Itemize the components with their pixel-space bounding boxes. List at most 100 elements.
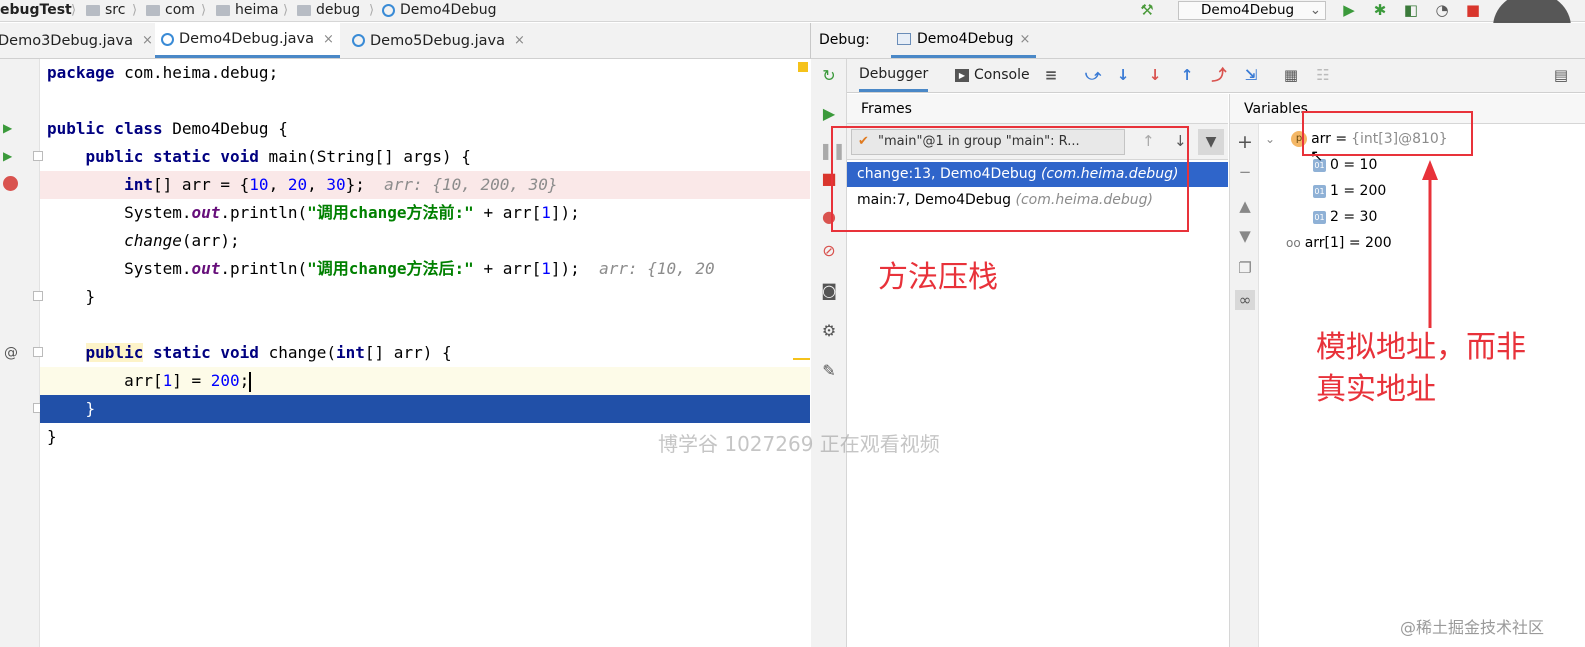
- close-icon[interactable]: ×: [323, 32, 334, 47]
- breadcrumb-heima[interactable]: heima: [216, 2, 279, 18]
- inline-debug-hint: arr: {10, 200, 30}: [384, 175, 558, 194]
- rerun-icon[interactable]: ↻: [819, 66, 839, 86]
- tab-demo5debug[interactable]: Demo5Debug.java ×: [346, 23, 531, 58]
- breadcrumb-src[interactable]: src: [86, 2, 125, 18]
- copy-icon[interactable]: ❐: [1235, 258, 1255, 278]
- inline-debug-hint: arr: {10, 20: [599, 259, 715, 278]
- code-line-current: arr[1] = 200;: [40, 367, 810, 395]
- app-window-icon: [897, 33, 911, 45]
- run-class-icon[interactable]: ▶: [3, 121, 12, 135]
- code-line: public static void change(int[] arr) {: [85, 343, 452, 362]
- remove-icon[interactable]: −: [1235, 162, 1255, 182]
- console-icon: ▶: [955, 69, 969, 82]
- chevron-down-icon[interactable]: ⌄: [1265, 132, 1275, 146]
- close-icon[interactable]: ×: [514, 33, 525, 48]
- editor-tabs: Demo3Debug.java × Demo4Debug.java × Demo5D…: [0, 23, 810, 59]
- breadcrumb-debug[interactable]: debug: [297, 2, 360, 18]
- annotation-address-text-2: 真实地址: [1316, 372, 1436, 407]
- error-stripe-marker[interactable]: [793, 358, 810, 360]
- run-to-cursor-icon[interactable]: ⇲: [1241, 65, 1261, 85]
- trace-icon[interactable]: ☷: [1313, 65, 1333, 85]
- folder-icon: [146, 4, 160, 16]
- camera-icon[interactable]: ◙: [819, 281, 839, 301]
- code-line-execution-point: }: [40, 395, 810, 423]
- variables-toolbar: + − ▲ ▼ ❐ ∞: [1229, 124, 1259, 647]
- folder-icon: [297, 4, 311, 16]
- folder-icon: [86, 4, 100, 16]
- move-up-icon[interactable]: ▲: [1235, 196, 1255, 216]
- layout-icon[interactable]: ▤: [1551, 65, 1571, 85]
- build-hammer-icon[interactable]: ⚒: [1138, 1, 1156, 19]
- tab-demo4debug[interactable]: Demo4Debug.java ×: [155, 23, 340, 58]
- drop-frame-icon[interactable]: ⤴: [1209, 65, 1229, 85]
- force-step-into-icon[interactable]: ↓: [1145, 65, 1165, 85]
- debug-session-tab[interactable]: Demo4Debug ×: [891, 23, 1037, 58]
- breadcrumb-class[interactable]: Demo4Debug: [382, 2, 497, 18]
- run-main-icon[interactable]: ▶: [3, 149, 12, 163]
- breadcrumb-com[interactable]: com: [146, 2, 195, 18]
- video-watermark: 博学谷 1027269 正在观看视频: [658, 432, 940, 456]
- debug-label: Debug:: [819, 32, 870, 48]
- debug-tool-window-title: Debug: Demo4Debug ×: [810, 23, 1585, 59]
- watch-item[interactable]: oo arr[1] = 200: [1286, 235, 1392, 251]
- class-icon: [352, 34, 365, 47]
- code-line: System.out.println("调用change方法前:" + arr[…: [47, 203, 580, 222]
- code-line: public class Demo4Debug {: [47, 119, 288, 138]
- step-over-icon[interactable]: ↓: [1113, 65, 1133, 85]
- run-icon[interactable]: ▶: [1340, 1, 1358, 19]
- chevron-down-icon: ⌄: [1309, 2, 1321, 18]
- breadcrumb-project[interactable]: ebugTest: [0, 2, 72, 18]
- add-watch-icon[interactable]: +: [1235, 132, 1255, 152]
- code-editor[interactable]: package com.heima.debug; public class De…: [40, 59, 810, 647]
- coverage-icon[interactable]: ◧: [1402, 1, 1420, 19]
- debug-bug-icon[interactable]: ✱: [1371, 1, 1389, 19]
- variable-item[interactable]: 01 1 = 200: [1313, 183, 1386, 199]
- override-at-icon: @: [4, 345, 18, 361]
- watch-glasses-icon: oo: [1286, 236, 1301, 250]
- code-line: public static void main(String[] args) {: [85, 147, 471, 166]
- code-line-breakpoint: int[] arr = {10, 20, 30}; arr: {10, 200,…: [40, 171, 810, 199]
- annotation-frames-box: [831, 126, 1189, 232]
- glasses-icon[interactable]: ∞: [1235, 290, 1255, 310]
- annotation-arrow: [1422, 160, 1438, 328]
- show-execution-point-icon[interactable]: ⤻: [1083, 65, 1103, 85]
- warning-marker[interactable]: [798, 62, 808, 72]
- menu-lines-icon[interactable]: ≡: [1041, 65, 1061, 85]
- breadcrumb: ebugTest ⟩ src ⟩ com ⟩ heima ⟩ debug ⟩ D…: [0, 0, 1585, 22]
- frames-header: Frames: [847, 94, 1228, 124]
- settings-gear-icon[interactable]: ⚙: [819, 321, 839, 341]
- folder-icon: [216, 4, 230, 16]
- profile-icon[interactable]: ◔: [1433, 1, 1451, 19]
- annotation-stack-text: 方法压栈: [878, 260, 998, 295]
- class-icon: [382, 3, 395, 17]
- mute-breakpoints-icon[interactable]: ⊘: [819, 241, 839, 261]
- code-line: change(arr);: [124, 231, 240, 250]
- corner-watermark: @稀土掘金技术社区: [1400, 618, 1545, 637]
- run-config-select[interactable]: Demo4Debug ⌄: [1178, 1, 1326, 20]
- close-icon[interactable]: ×: [1020, 32, 1031, 47]
- tab-demo3debug[interactable]: Demo3Debug.java ×: [0, 23, 159, 58]
- evaluate-expression-icon[interactable]: ▦: [1281, 65, 1301, 85]
- move-down-icon[interactable]: ▼: [1235, 226, 1255, 246]
- code-line: }: [47, 287, 96, 306]
- filter-icon[interactable]: ▼: [1198, 129, 1224, 155]
- resume-icon[interactable]: ▶: [819, 104, 839, 124]
- text-caret: [249, 371, 252, 392]
- field-icon: 01: [1313, 184, 1326, 198]
- breakpoint-icon[interactable]: [3, 176, 18, 191]
- code-line: package com.heima.debug;: [47, 63, 279, 82]
- field-icon: 01: [1313, 210, 1326, 224]
- editor-gutter[interactable]: ▶ ▶ @: [0, 59, 43, 647]
- pin-icon[interactable]: ✎: [819, 361, 839, 381]
- stop-icon[interactable]: ■: [1464, 1, 1482, 19]
- code-line: System.out.println("调用change方法后:" + arr[…: [47, 259, 715, 278]
- close-icon[interactable]: ×: [142, 33, 153, 48]
- class-icon: [161, 32, 174, 46]
- tab-console[interactable]: ▶ Console: [955, 59, 1030, 92]
- annotation-address-box: [1302, 111, 1473, 156]
- debugger-tabs: Debugger ▶ Console ≡ ⤻ ↓ ↓ ↑ ⤴ ⇲ ▦ ☷ ▤: [847, 59, 1585, 93]
- variable-item[interactable]: 01 2 = 30: [1313, 209, 1377, 225]
- tab-debugger[interactable]: Debugger: [859, 59, 929, 92]
- annotation-address-text-1: 模拟地址，而非: [1316, 330, 1526, 365]
- step-out-icon[interactable]: ↑: [1177, 65, 1197, 85]
